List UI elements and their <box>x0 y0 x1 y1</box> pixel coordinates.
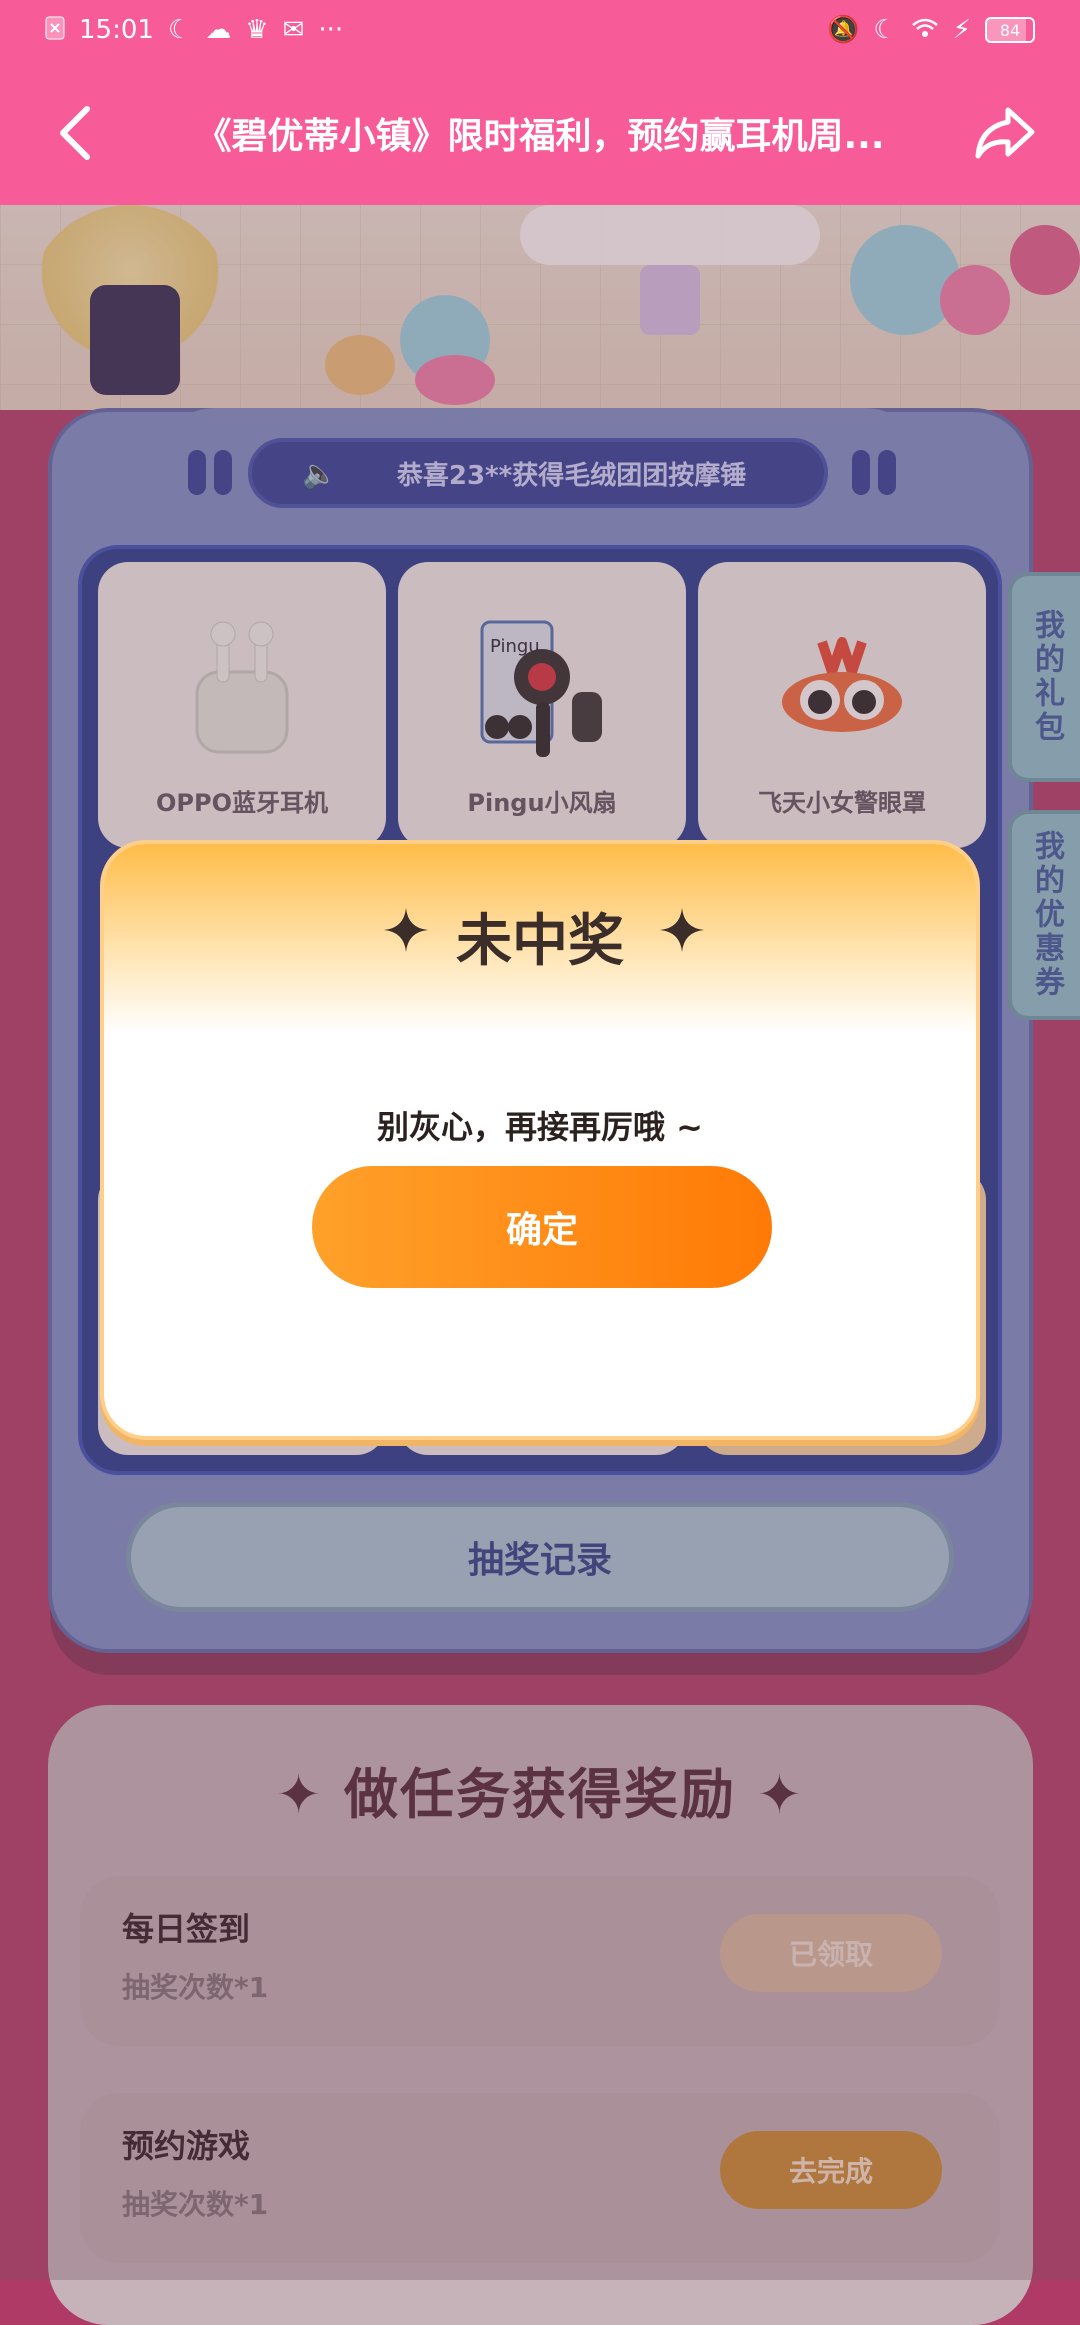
crown-icon: ♛ <box>245 15 269 45</box>
back-button[interactable] <box>40 98 110 168</box>
bell-off-icon: 🔕 <box>827 15 860 45</box>
charging-icon: ⚡ <box>952 15 971 45</box>
confirm-button[interactable]: 确定 <box>312 1166 772 1288</box>
status-time: 15:01 <box>79 15 154 45</box>
dialog-title: 未中奖 <box>456 909 624 974</box>
battery-icon: 84 <box>985 17 1035 43</box>
cloud-icon: ☁ <box>205 15 232 45</box>
battery-level: 84 <box>999 20 1021 40</box>
dialog-message: 别灰心，再接再厉哦 ~ <box>377 1108 703 1146</box>
page-title: 《碧优蒂小镇》限时福利，预约赢耳机周... <box>195 115 885 157</box>
notification-close-icon <box>45 16 65 45</box>
nav-bar: 《碧优蒂小镇》限时福利，预约赢耳机周... <box>0 60 1080 205</box>
share-icon <box>975 107 1035 158</box>
moon-icon: ☾ <box>167 15 192 45</box>
result-dialog: 未中奖 别灰心，再接再厉哦 ~ 确定 <box>100 840 980 1440</box>
wifi-icon <box>911 17 939 44</box>
mail-icon: ✉ <box>282 15 305 45</box>
status-bar: 15:01 ☾ ☁ ♛ ✉ ··· 🔕 ☾ ⚡ 84 <box>0 0 1080 60</box>
moon-icon: ☾ <box>873 15 897 45</box>
chevron-left-icon <box>60 105 90 160</box>
share-button[interactable] <box>970 98 1040 168</box>
sparkle-icon <box>660 908 704 952</box>
more-icon: ··· <box>318 15 344 45</box>
